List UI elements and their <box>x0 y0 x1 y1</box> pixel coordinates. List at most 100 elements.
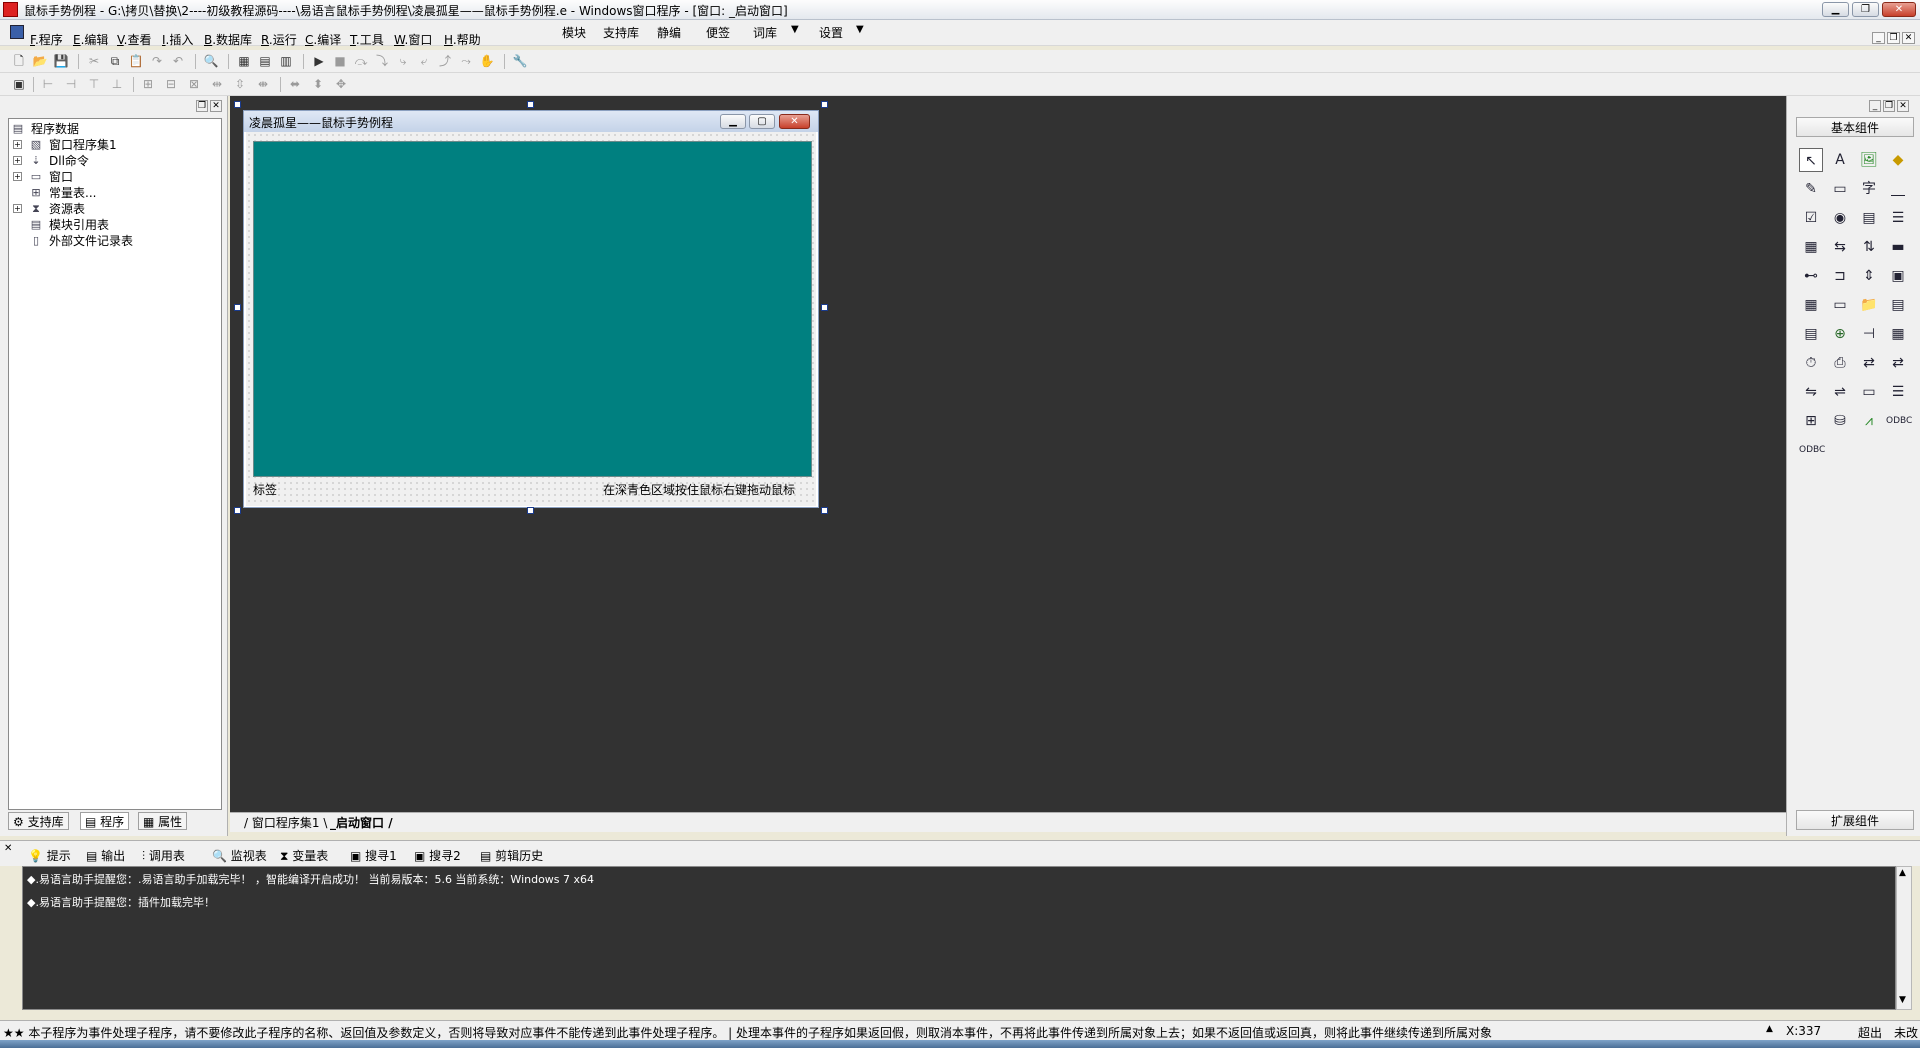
menu-run[interactable]: R.运行 <box>261 31 297 48</box>
tab-watch[interactable]: 🔍 监视表 <box>212 847 267 864</box>
open-file-icon[interactable]: 📂 <box>32 54 48 69</box>
space-even-icon[interactable]: ⇼ <box>255 77 271 92</box>
menu-module[interactable]: 模块 <box>562 24 586 41</box>
step-3-icon[interactable]: ⤷ <box>395 54 411 69</box>
menu-compile[interactable]: C.编译 <box>305 31 341 48</box>
checklist-icon[interactable]: ▦ <box>1799 235 1823 259</box>
tab-support-lib[interactable]: ⚙ 支持库 <box>8 812 69 830</box>
checkbox-icon[interactable]: ☑ <box>1799 206 1823 230</box>
resize-handle[interactable] <box>234 507 241 514</box>
slider-icon[interactable]: ⊷ <box>1799 264 1823 288</box>
layout-2-icon[interactable]: ▤ <box>257 54 273 69</box>
run-icon[interactable]: ▶ <box>311 54 327 69</box>
list-box-icon[interactable]: ☰ <box>1886 206 1910 230</box>
radio-icon[interactable]: ◉ <box>1828 206 1852 230</box>
menu-static-compile[interactable]: 静编 <box>657 24 681 41</box>
menu-view[interactable]: V.查看 <box>117 31 152 48</box>
same-width-icon[interactable]: ⊞ <box>140 77 156 92</box>
expand-icon[interactable]: + <box>13 156 22 165</box>
drive-box-icon[interactable]: ▭ <box>1828 293 1852 317</box>
splitter-icon[interactable]: ⊣ <box>1857 322 1881 346</box>
save-icon[interactable]: 💾 <box>53 54 69 69</box>
menu-settings[interactable]: 设置 <box>819 24 843 41</box>
settings-dropdown-icon[interactable]: ▼ <box>856 24 864 35</box>
space-v-icon[interactable]: ⇳ <box>232 77 248 92</box>
align-top-icon[interactable]: ⊤ <box>86 77 102 92</box>
scroll-up-icon[interactable]: ▲ <box>1899 868 1906 878</box>
odbc-database-icon[interactable]: ODBC <box>1799 438 1825 462</box>
tab-hint[interactable]: 💡 提示 <box>28 847 71 864</box>
window-component-icon[interactable]: ▭ <box>1857 380 1881 404</box>
menu-sticky-note[interactable]: 便签 <box>706 24 730 41</box>
panel-float-icon[interactable]: ❐ <box>1883 100 1895 112</box>
tab-properties[interactable]: ▦ 属性 <box>138 812 188 830</box>
tab-search-1[interactable]: ▣ 搜寻1 <box>350 847 397 864</box>
data-provider-icon[interactable]: ⇄ <box>1886 351 1910 375</box>
mdi-minimize-button[interactable]: _ <box>1872 32 1885 44</box>
menu-help[interactable]: H.帮助 <box>444 31 481 48</box>
align-center-icon[interactable]: ⊣ <box>63 77 79 92</box>
tab-control-icon[interactable]: ⊐ <box>1828 264 1852 288</box>
gesture-area[interactable] <box>253 141 812 477</box>
resize-handle[interactable] <box>821 101 828 108</box>
picture-box-icon[interactable]: 🖼 <box>1857 148 1881 172</box>
copy-icon[interactable]: ⧉ <box>107 54 123 69</box>
cut-icon[interactable]: ✂ <box>86 54 102 69</box>
app-icon[interactable] <box>3 2 18 17</box>
resize-handle[interactable] <box>527 507 534 514</box>
form-minimize-button[interactable]: ▁ <box>720 114 746 129</box>
form-close-button[interactable]: ✕ <box>779 114 810 129</box>
step-2-icon[interactable]: ⤵ <box>374 54 390 69</box>
menu-edit[interactable]: E.编辑 <box>73 31 108 48</box>
label-left[interactable]: 标签 <box>253 481 277 498</box>
folder-box-icon[interactable]: 📁 <box>1857 293 1881 317</box>
output-scrollbar[interactable]: ▲ ▼ <box>1896 866 1912 1010</box>
panel-minimize-icon[interactable]: _ <box>1869 100 1881 112</box>
basic-components-header[interactable]: 基本组件 <box>1796 117 1914 137</box>
resize-handle[interactable] <box>234 304 241 311</box>
tab-clip-history[interactable]: ▤ 剪辑历史 <box>480 847 543 864</box>
paste-icon[interactable]: 📋 <box>128 54 144 69</box>
scrollbar-v-icon[interactable]: ⇅ <box>1857 235 1881 259</box>
tab-search-2[interactable]: ▣ 搜寻2 <box>414 847 461 864</box>
step-5-icon[interactable]: ⤴ <box>437 54 453 69</box>
align-left-icon[interactable]: ⊢ <box>40 77 56 92</box>
same-height-icon[interactable]: ⊟ <box>163 77 179 92</box>
chart-icon[interactable]: ⩘ <box>1857 409 1881 433</box>
center-v-icon[interactable]: ⬍ <box>310 77 326 92</box>
tab-window-assembly[interactable]: / 窗口程序集1 \ <box>244 815 327 831</box>
step-1-icon[interactable]: ⤼ <box>353 54 369 69</box>
resize-handle[interactable] <box>234 101 241 108</box>
extended-components-header[interactable]: 扩展组件 <box>1796 810 1914 830</box>
menu-database[interactable]: B.数据库 <box>204 31 252 48</box>
resize-handle[interactable] <box>821 304 828 311</box>
data-source-icon[interactable]: ⇄ <box>1857 351 1881 375</box>
frame-icon[interactable]: ▭ <box>1828 177 1852 201</box>
scroll-down-icon[interactable]: ▼ <box>1899 995 1906 1005</box>
calendar-icon[interactable]: ▦ <box>1799 293 1823 317</box>
plugin-icon[interactable]: 🔧 <box>512 54 528 69</box>
tree-view-icon[interactable]: ⊞ <box>1799 409 1823 433</box>
expand-icon[interactable]: + <box>13 204 22 213</box>
resize-handle[interactable] <box>527 101 534 108</box>
printer-icon[interactable]: ⎙ <box>1828 351 1852 375</box>
database-component-icon[interactable]: ⛁ <box>1828 409 1852 433</box>
taskbar[interactable] <box>0 1040 1920 1048</box>
network-client-icon[interactable]: ⇋ <box>1799 380 1823 404</box>
menu-program[interactable]: F.程序 <box>30 31 63 48</box>
form-maximize-button[interactable]: ▢ <box>749 114 775 129</box>
image-list-icon[interactable]: ▣ <box>1886 264 1910 288</box>
grid-icon[interactable]: ▣ <box>11 77 27 92</box>
odbc-icon[interactable]: ODBC <box>1886 409 1912 433</box>
panel-close-icon[interactable]: ✕ <box>1897 100 1909 112</box>
menu-insert[interactable]: I.插入 <box>162 31 193 48</box>
scrollbar-h-icon[interactable]: ⇆ <box>1828 235 1852 259</box>
network-server-icon[interactable]: ⇌ <box>1828 380 1852 404</box>
minimize-button[interactable]: ▁ <box>1822 2 1849 17</box>
layout-1-icon[interactable]: ▦ <box>236 54 252 69</box>
tab-variables[interactable]: ⧗ 变量表 <box>280 847 328 864</box>
edit-box-icon[interactable]: ✎ <box>1799 177 1823 201</box>
file-box-icon[interactable]: ▤ <box>1886 293 1910 317</box>
center-both-icon[interactable]: ✥ <box>333 77 349 92</box>
tab-output[interactable]: ▤ 输出 <box>86 847 125 864</box>
